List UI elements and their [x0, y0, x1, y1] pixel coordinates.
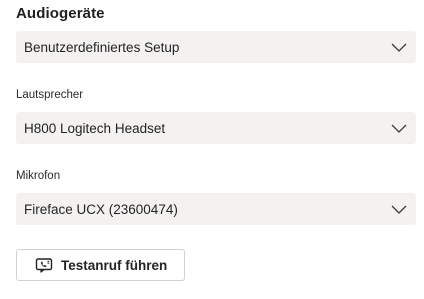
audio-settings-panel: Audiogeräte Benutzerdefiniertes Setup La…: [0, 0, 424, 299]
microphone-label: Mikrofon: [16, 170, 61, 182]
speaker-dropdown[interactable]: H800 Logitech Headset: [16, 112, 416, 144]
test-call-button[interactable]: Testanruf führen: [16, 249, 185, 281]
speaker-value: H800 Logitech Headset: [24, 120, 166, 136]
call-test-icon: [35, 257, 53, 273]
microphone-value: Fireface UCX (23600474): [24, 201, 178, 217]
microphone-dropdown[interactable]: Fireface UCX (23600474): [16, 193, 416, 225]
chevron-down-icon: [390, 202, 408, 216]
device-setup-dropdown[interactable]: Benutzerdefiniertes Setup: [16, 31, 416, 63]
speaker-label: Lautsprecher: [16, 89, 84, 101]
chevron-down-icon: [390, 40, 408, 54]
chevron-down-icon: [390, 121, 408, 135]
device-setup-value: Benutzerdefiniertes Setup: [24, 39, 180, 55]
test-call-button-label: Testanruf führen: [61, 257, 168, 273]
section-title-audio-devices: Audiogeräte: [16, 5, 105, 22]
